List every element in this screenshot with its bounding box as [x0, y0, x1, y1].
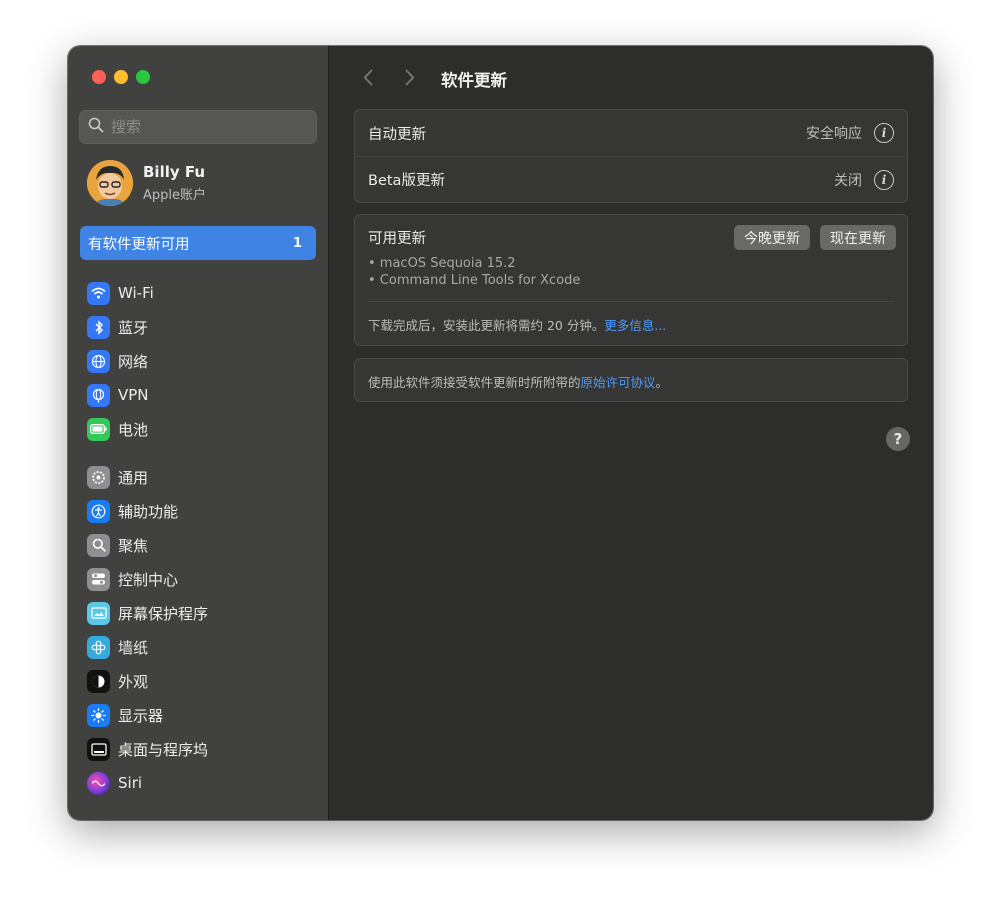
sidebar-item-accessibility[interactable]: 辅助功能: [87, 494, 208, 528]
sidebar-item-appearance[interactable]: 外观: [87, 664, 208, 698]
battery-icon: [87, 417, 110, 441]
sidebar: Billy Fu Apple账户 有软件更新可用 1 Wi-Fi 蓝牙: [68, 46, 329, 820]
gear-icon: [87, 465, 110, 489]
forward-button[interactable]: [395, 64, 425, 94]
wallpaper-icon: [87, 635, 110, 659]
account-name: Billy Fu: [143, 163, 206, 181]
install-note-text: 下载完成后，安装此更新将需约 20 分钟。: [368, 318, 605, 333]
sidebar-item-label: 辅助功能: [118, 502, 179, 521]
sidebar-item-software-update[interactable]: 有软件更新可用 1: [80, 226, 316, 260]
appearance-icon: [87, 669, 110, 693]
license-link[interactable]: 原始许可协议: [581, 375, 656, 390]
sidebar-item-bluetooth[interactable]: 蓝牙: [87, 310, 154, 344]
sidebar-item-label: 显示器: [118, 706, 164, 725]
chevron-right-icon: [405, 69, 415, 90]
license-suffix: 。: [655, 375, 669, 390]
toolbar: 软件更新: [353, 64, 507, 94]
chevron-left-icon: [363, 69, 373, 90]
help-button[interactable]: ?: [886, 427, 910, 451]
account-subtitle: Apple账户: [143, 188, 207, 203]
sidebar-item-dock[interactable]: 桌面与程序坞: [87, 732, 208, 766]
auto-update-row: 自动更新 安全响应 i: [355, 110, 907, 156]
sidebar-item-label: 桌面与程序坞: [118, 740, 209, 759]
install-note: 下载完成后，安装此更新将需约 20 分钟。更多信息...: [355, 302, 907, 334]
sidebar-item-label: 墙纸: [118, 638, 149, 657]
sidebar-item-label: Wi-Fi: [118, 284, 154, 302]
beta-update-row: Beta版更新 关闭 i: [355, 156, 907, 202]
avatar: [87, 160, 133, 206]
sidebar-item-label: 蓝牙: [118, 318, 149, 337]
info-icon: i: [881, 126, 887, 140]
beta-update-info-button[interactable]: i: [874, 169, 894, 190]
sidebar-item-label: 电池: [118, 420, 149, 439]
sidebar-item-label: 屏幕保护程序: [118, 604, 209, 623]
globe-icon: [87, 349, 110, 373]
display-icon: [87, 703, 110, 727]
wifi-icon: [87, 281, 110, 305]
window-controls: [92, 70, 150, 84]
sidebar-item-wallpaper[interactable]: 墙纸: [87, 630, 208, 664]
siri-icon: [87, 771, 110, 795]
sidebar-item-wifi[interactable]: Wi-Fi: [87, 276, 154, 310]
license-text: 使用此软件须接受软件更新时所附带的: [368, 375, 581, 390]
sidebar-group-system: 通用 辅助功能 聚焦 控制中心 屏幕保护程序 墙纸 外观 显示器 桌面与程序坞 …: [87, 460, 208, 800]
available-updates-title: 可用更新: [368, 231, 426, 247]
update-now-button[interactable]: 现在更新: [820, 225, 896, 250]
sidebar-item-control-center[interactable]: 控制中心: [87, 562, 208, 596]
settings-card: 自动更新 安全响应 i Beta版更新 关闭 i: [354, 109, 908, 203]
settings-window: Billy Fu Apple账户 有软件更新可用 1 Wi-Fi 蓝牙: [68, 46, 933, 820]
auto-update-value: 安全响应: [806, 126, 862, 142]
license-card: 使用此软件须接受软件更新时所附带的原始许可协议。: [354, 358, 908, 402]
license-note: 使用此软件须接受软件更新时所附带的原始许可协议。: [355, 359, 907, 391]
beta-update-value: 关闭: [834, 172, 862, 189]
back-button[interactable]: [353, 64, 383, 94]
sidebar-item-label: VPN: [118, 386, 149, 404]
sidebar-item-label: 通用: [118, 468, 149, 487]
sidebar-item-label: 控制中心: [118, 570, 179, 589]
sidebar-group-network: Wi-Fi 蓝牙 网络 VPN 电池: [87, 276, 154, 446]
sidebar-item-label: 有软件更新可用: [88, 236, 190, 253]
sidebar-item-displays[interactable]: 显示器: [87, 698, 208, 732]
auto-update-info-button[interactable]: i: [874, 123, 894, 143]
list-item: • macOS Sequoia 15.2: [368, 256, 516, 271]
control-center-icon: [87, 567, 110, 591]
beta-update-label: Beta版更新: [368, 173, 445, 189]
sidebar-item-vpn[interactable]: VPN: [87, 378, 154, 412]
vpn-icon: [87, 383, 110, 407]
close-button[interactable]: [92, 70, 106, 84]
list-item: • Command Line Tools for Xcode: [368, 273, 581, 288]
page-title: 软件更新: [441, 71, 507, 90]
sidebar-item-general[interactable]: 通用: [87, 460, 208, 494]
auto-update-label: 自动更新: [368, 126, 426, 143]
sidebar-item-label: Siri: [118, 774, 143, 792]
sidebar-item-label: 聚焦: [118, 536, 149, 555]
available-updates-card: 可用更新 今晚更新 现在更新 • macOS Sequoia 15.2 • Co…: [354, 214, 908, 346]
sidebar-item-siri[interactable]: Siri: [87, 766, 208, 800]
minimize-button[interactable]: [114, 70, 128, 84]
sidebar-item-spotlight[interactable]: 聚焦: [87, 528, 208, 562]
update-list: • macOS Sequoia 15.2 • Command Line Tool…: [355, 250, 907, 290]
search-input[interactable]: [111, 118, 301, 136]
sidebar-item-label: 外观: [118, 672, 149, 691]
sidebar-item-network[interactable]: 网络: [87, 344, 154, 378]
zoom-button[interactable]: [136, 70, 150, 84]
sidebar-item-screensaver[interactable]: 屏幕保护程序: [87, 596, 208, 630]
update-tonight-button[interactable]: 今晚更新: [734, 225, 810, 250]
info-icon: i: [881, 172, 887, 187]
account-row[interactable]: Billy Fu Apple账户: [87, 160, 206, 206]
sidebar-item-battery[interactable]: 电池: [87, 412, 154, 446]
search-icon: [88, 117, 104, 137]
dock-icon: [87, 737, 110, 761]
main-pane: 软件更新 自动更新 安全响应 i Beta版更新 关闭 i 可用更新 今晚更新 …: [329, 46, 933, 820]
accessibility-icon: [87, 499, 110, 523]
update-count-badge: 1: [292, 235, 302, 251]
more-info-link[interactable]: 更多信息...: [604, 318, 666, 333]
bluetooth-icon: [87, 315, 110, 339]
sidebar-item-label: 网络: [118, 352, 149, 371]
search-field[interactable]: [79, 110, 317, 144]
spotlight-icon: [87, 533, 110, 557]
screensaver-icon: [87, 601, 110, 625]
